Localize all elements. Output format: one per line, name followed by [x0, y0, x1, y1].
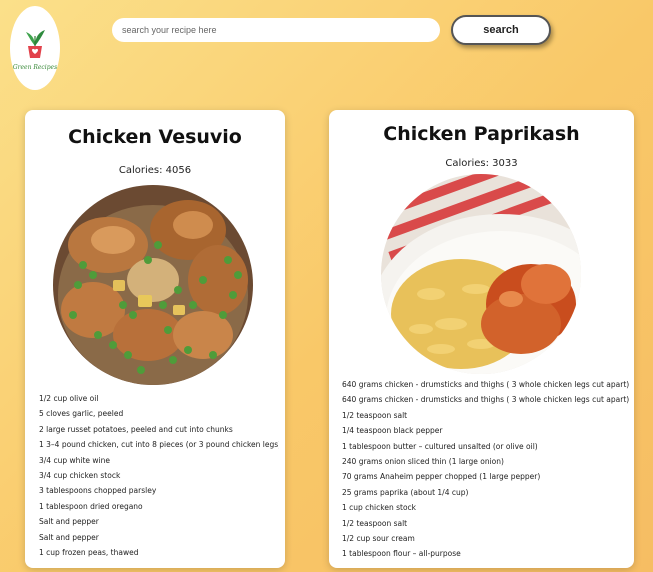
ingredient-item: 640 grams chicken - drumsticks and thigh… — [342, 380, 630, 389]
ingredient-item: 1/2 cup sour cream — [342, 533, 415, 543]
ingredient-item: Salt and pepper — [39, 517, 99, 527]
recipe-calories: Calories: 4056 — [118, 165, 192, 176]
ingredient-item: Salt and pepper — [39, 532, 99, 542]
ingredient-list: 640 grams chicken - drumsticks and thigh… — [342, 377, 632, 562]
ingredient-item: 3/4 cup chicken stock — [39, 470, 121, 480]
recipe-card: Chicken Vesuvio Calories: 4056 1/2 cup o… — [25, 110, 285, 568]
recipe-calories: Calories: 3033 — [445, 158, 518, 169]
ingredient-item: 25 grams paprika (about 1/4 cup) — [342, 487, 469, 497]
ingredient-item: 640 grams chicken - drumsticks and thigh… — [342, 395, 630, 405]
ingredient-item: 1/2 cup olive oil — [39, 394, 99, 403]
search-button[interactable]: search — [451, 15, 551, 45]
site-logo[interactable]: Green Recipes — [10, 6, 60, 90]
ingredient-item: 240 grams onion sliced thin (1 large oni… — [342, 456, 504, 466]
chicken-vesuvio-photo — [53, 185, 253, 385]
recipe-title: Chicken Paprikash — [383, 123, 580, 145]
recipe-title: Chicken Vesuvio — [68, 126, 242, 148]
ingredient-item: 2 large russet potatoes, peeled and cut … — [39, 424, 233, 434]
ingredient-item: 1/4 teaspoon black pepper — [342, 426, 443, 436]
ingredient-item: 1 cup chicken stock — [342, 503, 416, 513]
logo-text: Green Recipes — [12, 63, 58, 71]
search-input[interactable] — [112, 18, 440, 42]
ingredient-item: 5 cloves garlic, peeled — [39, 409, 124, 419]
ingredient-item: 3/4 cup white wine — [39, 455, 110, 465]
ingredient-item: 1/2 teaspoon salt — [342, 410, 408, 420]
plant-pot-logo-icon — [26, 29, 45, 58]
ingredient-list: 1/2 cup olive oil 5 cloves garlic, peele… — [39, 391, 279, 560]
ingredient-item: 1 tablespoon dried oregano — [39, 501, 143, 511]
ingredient-item: 3 tablespoons chopped parsley — [39, 486, 157, 496]
ingredient-item: 1 tablespoon butter – cultured unsalted … — [342, 441, 538, 451]
ingredient-item: 1 cup frozen peas, thawed — [39, 547, 139, 557]
ingredient-item: 1/2 teaspoon salt — [342, 518, 408, 528]
ingredient-item: 1 tablespoon flour – all-purpose — [342, 549, 461, 559]
chicken-paprikash-photo — [381, 174, 581, 374]
ingredient-item: 1 3–4 pound chicken, cut into 8 pieces (… — [39, 440, 279, 450]
recipe-card: Chicken Paprikash Calories: 3033 640 gra… — [329, 110, 634, 568]
ingredient-item: 70 grams Anaheim pepper chopped (1 large… — [342, 472, 541, 482]
